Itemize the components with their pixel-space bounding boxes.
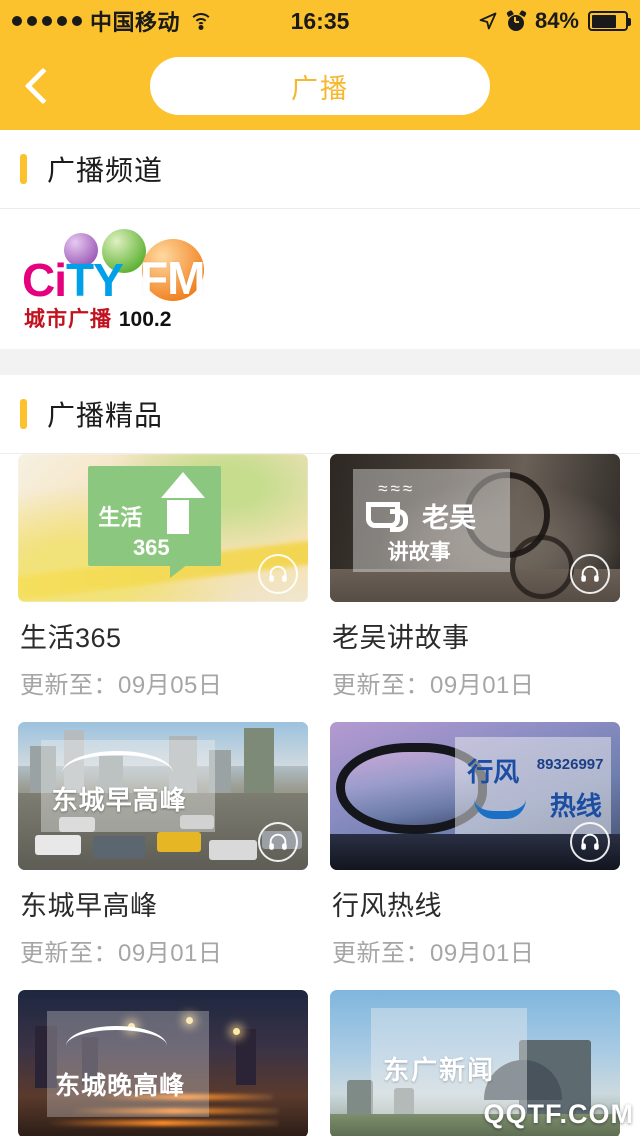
channel-logo-subtitle: 城市广播 100.2 (24, 303, 171, 333)
headphones-icon[interactable] (258, 554, 298, 594)
program-logo-overlay: 行风 89326997 热线 (454, 736, 612, 835)
coffee-cup-icon (365, 501, 408, 532)
program-card[interactable]: 东城晚高峰 东城晚高峰 (18, 990, 308, 1136)
logo-text-line1: 东广新闻 (383, 1055, 496, 1086)
program-logo-overlay: 东城早高峰 (41, 739, 216, 832)
page-title: 广播 (291, 73, 349, 104)
update-date: 09月01日 (430, 940, 535, 967)
program-card[interactable]: 东城早高峰 东城早高峰 更新至：09月01日 (18, 722, 308, 968)
channel-logo-city-text: CiTY (22, 254, 124, 306)
logo-letter-y: Y (93, 254, 124, 306)
logo-text-line2: 讲故事 (387, 541, 451, 565)
battery-icon (588, 11, 631, 31)
logo-phone-number: 89326997 (536, 756, 604, 774)
logo-letter-c: C (22, 254, 55, 306)
update-label: 更新至： (332, 672, 430, 699)
update-date: 09月01日 (430, 672, 535, 699)
headphones-icon[interactable] (570, 822, 610, 862)
logo-letter-t: T (66, 254, 94, 306)
program-update-info: 更新至：09月01日 (20, 933, 308, 968)
program-card[interactable]: 行风 89326997 热线 行风热线 更新至：09月01日 (330, 722, 620, 968)
update-date: 09月01日 (118, 940, 223, 967)
update-label: 更新至： (332, 940, 430, 967)
headphones-icon[interactable] (258, 822, 298, 862)
alarm-clock-icon (506, 9, 527, 31)
logo-text-line1: 生活 (98, 505, 143, 531)
logo-text-line2: 365 (132, 535, 170, 561)
back-button[interactable] (0, 42, 86, 130)
program-title: 东城早高峰 (20, 891, 158, 921)
update-label: 更新至： (20, 940, 118, 967)
program-logo-overlay: ≈≈≈ 老吴 讲故事 (353, 468, 510, 573)
program-update-info: 更新至：09月05日 (20, 665, 308, 700)
site-watermark: QQTF.COM (483, 1099, 634, 1129)
headphones-icon[interactable] (570, 554, 610, 594)
car-outline-icon (62, 750, 174, 773)
channel-frequency: 100.2 (118, 308, 172, 331)
logo-text-line1: 老吴 (422, 502, 477, 533)
logo-text-line1: 东城晚高峰 (55, 1072, 186, 1101)
car-outline-icon (66, 1025, 168, 1046)
channel-logo-fm-text: FM (140, 252, 205, 304)
section-header-featured: 广播精品 (0, 375, 640, 453)
section-title: 广播精品 (47, 400, 164, 431)
update-date: 09月05日 (118, 672, 223, 699)
program-thumbnail: 生活 365 (18, 454, 308, 602)
section-spacer (0, 349, 640, 375)
section-title: 广播频道 (47, 155, 164, 186)
program-title: 行风热线 (332, 891, 442, 921)
section-accent-bar (20, 399, 27, 429)
chevron-left-icon (24, 67, 62, 105)
phone-handset-icon (473, 799, 526, 819)
nav-bar: 广播 (0, 42, 640, 130)
program-logo-overlay: 东城晚高峰 (47, 1010, 210, 1118)
program-grid: 生活 365 生活365 更新至：09月05日 ≈≈≈ 老吴 讲故事 老吴讲故事… (0, 454, 640, 1136)
page-title-pill: 广播 (150, 57, 490, 115)
channel-list: CiTY FM 城市广播 100.2 (0, 209, 640, 349)
channel-item-cityfm[interactable]: CiTY FM 城市广播 100.2 (22, 229, 218, 331)
logo-steam: ≈≈≈ (378, 479, 416, 499)
app-screen: 中国移动 16:35 84% 广播 广播频道 CiTY FM 城市广播 100.… (0, 0, 640, 1136)
program-thumbnail: 行风 89326997 热线 (330, 722, 620, 870)
status-bar-clock: 16:35 (290, 7, 350, 34)
program-title: 生活365 (20, 623, 122, 653)
program-thumbnail: ≈≈≈ 老吴 讲故事 (330, 454, 620, 602)
logo-text-line1: 东城早高峰 (51, 784, 187, 815)
program-title: 老吴讲故事 (332, 623, 470, 653)
program-card[interactable]: ≈≈≈ 老吴 讲故事 老吴讲故事 更新至：09月01日 (330, 454, 620, 700)
program-card[interactable]: 生活 365 生活365 更新至：09月05日 (18, 454, 308, 700)
program-update-info: 更新至：09月01日 (332, 933, 620, 968)
program-update-info: 更新至：09月01日 (332, 665, 620, 700)
section-accent-bar (20, 154, 27, 184)
logo-text-line1: 行风 (467, 757, 520, 788)
program-thumbnail: 东城晚高峰 (18, 990, 308, 1136)
section-header-channels: 广播频道 (0, 130, 640, 208)
program-thumbnail: 东城早高峰 (18, 722, 308, 870)
program-logo-overlay: 生活 365 (87, 465, 221, 578)
logo-text-line2: 热线 (549, 790, 602, 821)
channel-subtitle-cn: 城市广播 (24, 308, 112, 331)
logo-letter-i: i (54, 254, 67, 306)
update-label: 更新至： (20, 672, 118, 699)
status-bar: 中国移动 16:35 84% (0, 0, 640, 42)
